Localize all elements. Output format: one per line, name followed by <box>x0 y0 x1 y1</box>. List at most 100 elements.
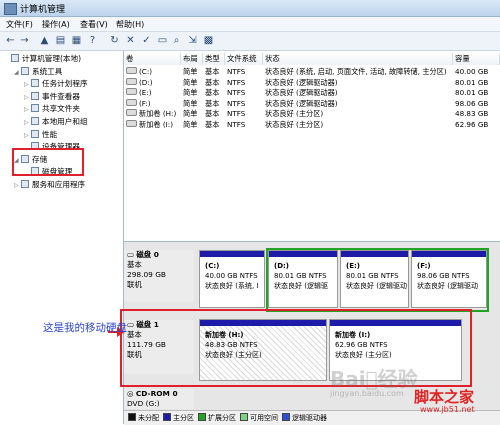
tree-item-label: 服务和应用程序 <box>32 180 86 189</box>
tree-item[interactable]: ▷ 本地用户和组 <box>24 116 88 127</box>
tree-item[interactable]: ▷ 事件查看器 <box>24 91 80 102</box>
table-cell: 80.01 GB <box>455 88 489 97</box>
legend-swatch <box>163 413 171 421</box>
window-title: 计算机管理 <box>20 5 66 15</box>
volume-name: 新加卷 (H:) <box>139 109 177 118</box>
column-header-capacity[interactable]: 容量 <box>453 53 500 65</box>
computer-icon <box>11 54 19 62</box>
refresh-icon[interactable]: ↻ <box>108 34 121 47</box>
table-row[interactable]: 新加卷 (I:) 简单 基本 NTFS 状态良好 (主分区) 62.96 GB <box>124 119 500 130</box>
table-cell: 基本 <box>205 77 220 87</box>
table-row[interactable]: (D:) 简单 基本 NTFS 状态良好 (逻辑驱动器) 80.01 GB <box>124 77 500 88</box>
column-header-volume[interactable]: 卷 <box>124 53 181 65</box>
tree-expander-icon[interactable]: ▷ <box>14 180 21 191</box>
volume-name: (D:) <box>139 77 153 87</box>
partition-block[interactable]: (C:) 40.00 GB NTFS 状态良好 (系统, I <box>199 250 265 308</box>
search-icon[interactable]: ⌕ <box>170 34 183 47</box>
tools-icon <box>21 66 29 75</box>
legend-item: 未分配 <box>124 413 159 422</box>
export-icon[interactable]: ⇲ <box>186 34 199 47</box>
table-cell: NTFS <box>227 67 246 76</box>
table-cell: 基本 <box>205 67 220 76</box>
column-header-status[interactable]: 状态 <box>263 53 453 65</box>
column-header-layout[interactable]: 布局 <box>181 53 203 65</box>
partition-name: (C:) <box>205 262 220 270</box>
baidu-url-watermark: jingyan.baidu.com <box>330 389 404 398</box>
disk-0-label[interactable]: ▭ 磁盘 0 基本 298.09 GB 联机 <box>124 250 194 302</box>
tree-item[interactable]: 计算机管理(本地) <box>4 53 81 64</box>
help-icon[interactable]: ? <box>86 34 99 47</box>
legend-label: 逻辑驱动器 <box>292 414 327 422</box>
tree-item-label: 性能 <box>42 129 58 139</box>
tree-item[interactable]: ▷ 任务计划程序 <box>24 78 88 89</box>
volume-icon <box>126 119 137 127</box>
volume-cell: (E:) <box>126 87 152 98</box>
disk-0-status: 联机 <box>127 280 142 289</box>
legend-swatch <box>198 413 206 421</box>
disk-0-type: 基本 <box>127 260 142 269</box>
delete-icon[interactable]: ✕ <box>124 34 137 47</box>
options-icon[interactable]: ▩ <box>202 34 215 47</box>
menu-file[interactable]: 文件(F) <box>6 19 33 30</box>
properties-icon[interactable]: ▦ <box>70 34 83 47</box>
table-cell: 状态良好 (逻辑驱动器) <box>265 77 338 87</box>
table-cell: 基本 <box>205 98 220 108</box>
shared-folder-icon <box>31 104 39 113</box>
legend-swatch <box>240 413 248 421</box>
tree-item[interactable]: ▷ 性能 <box>24 129 57 140</box>
forward-arrow-icon[interactable]: → <box>18 34 31 47</box>
performance-icon <box>31 129 39 138</box>
cdrom-label[interactable]: ◎ CD-ROM 0 DVD (G:) <box>124 389 194 409</box>
table-cell: 简单 <box>183 119 198 129</box>
tree-expander-icon[interactable]: ▷ <box>24 92 31 103</box>
tree-expander-icon[interactable]: ▷ <box>24 117 31 128</box>
column-header-type[interactable]: 类型 <box>203 53 225 65</box>
table-row[interactable]: 新加卷 (H:) 简单 基本 NTFS 状态良好 (主分区) 48.83 GB <box>124 108 500 119</box>
table-row[interactable]: (C:) 简单 基本 NTFS 状态良好 (系统, 启动, 页面文件, 活动, 故障转储… <box>124 66 500 77</box>
partition-info: (C:) 40.00 GB NTFS 状态良好 (系统, I <box>205 261 258 291</box>
table-cell: NTFS <box>227 119 246 129</box>
table-cell: 基本 <box>205 119 220 129</box>
tree-item[interactable]: ◢ 系统工具 <box>14 66 62 77</box>
table-cell: 62.96 GB <box>455 119 489 129</box>
volume-name: (F:) <box>139 98 151 108</box>
cdrom-drive: DVD (G:) <box>127 399 160 408</box>
tree-expander-icon[interactable]: ▷ <box>24 130 31 141</box>
legend-item: 主分区 <box>159 413 194 422</box>
tree-item[interactable]: ▷ 服务和应用程序 <box>14 179 85 190</box>
tree-item-label: 事件查看器 <box>42 91 80 101</box>
back-arrow-icon[interactable]: ← <box>4 34 17 47</box>
table-cell: 98.06 GB <box>455 98 489 108</box>
open-folder-icon[interactable]: ▭ <box>156 34 169 47</box>
check-icon[interactable]: ✓ <box>140 34 153 47</box>
volume-name: (E:) <box>139 88 152 97</box>
disk-icon: ▭ <box>127 250 137 259</box>
table-cell: 基本 <box>205 109 220 118</box>
table-cell: NTFS <box>227 77 246 87</box>
extended-partition-frame <box>266 248 489 312</box>
menu-view[interactable]: 查看(V) <box>80 19 108 30</box>
up-folder-icon[interactable]: ▲ <box>38 34 51 47</box>
toolbar: ← → ▲ ▤ ▦? ↻ ✕ ✓ ▭ ⌕ ⇲ ▩ <box>0 32 500 51</box>
task-scheduler-icon <box>31 79 39 88</box>
legend-swatch <box>282 413 290 421</box>
tree-expander-icon[interactable]: ▷ <box>24 104 31 115</box>
show-tree-icon[interactable]: ▤ <box>54 34 67 47</box>
tree-item[interactable]: ▷ 共享文件夹 <box>24 103 80 114</box>
table-row[interactable]: (F:) 简单 基本 NTFS 状态良好 (逻辑驱动器) 98.06 GB <box>124 98 500 109</box>
table-row[interactable]: (E:) 简单 基本 NTFS 状态良好 (逻辑驱动器) 80.01 GB <box>124 87 500 98</box>
navigation-tree: 计算机管理(本地) ◢ 系统工具 ▷ 任务计划程序 ▷ 事件查看器 ▷ 共享文件夹 ▷ 本地用户和组… <box>0 51 124 424</box>
site-watermark: 脚本之家 <box>414 388 475 406</box>
menu-help[interactable]: 帮助(H) <box>116 19 144 30</box>
tree-expander-icon[interactable]: ▷ <box>24 79 31 90</box>
menu-bar: 文件(F) 操作(A) 查看(V) 帮助(H) <box>0 17 500 32</box>
table-cell: 简单 <box>183 67 198 76</box>
menu-action[interactable]: 操作(A) <box>42 19 70 30</box>
legend-label: 扩展分区 <box>208 414 236 422</box>
tree-expander-icon[interactable]: ◢ <box>14 67 21 78</box>
column-header-filesystem[interactable]: 文件系统 <box>225 53 263 65</box>
table-cell: 简单 <box>183 109 198 118</box>
volume-icon <box>126 88 137 95</box>
legend-item: 可用空间 <box>236 413 278 422</box>
table-cell: 48.83 GB <box>455 109 489 118</box>
